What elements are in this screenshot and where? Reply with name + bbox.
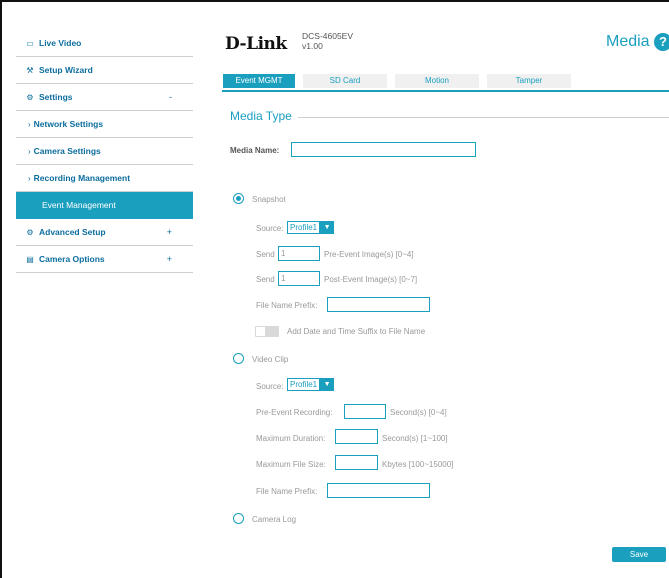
snapshot-label: Snapshot	[252, 195, 286, 204]
help-icon[interactable]: ?	[654, 33, 669, 51]
tab-sd-card[interactable]: SD Card	[303, 74, 387, 88]
list-icon: ▤	[26, 254, 34, 264]
sidebar-item-label: Advanced Setup	[39, 227, 106, 237]
firmware-version: v1.00	[302, 41, 323, 51]
video-source-value: Profile1	[287, 378, 321, 391]
camera-log-radio[interactable]	[233, 513, 244, 524]
max-duration-input[interactable]	[335, 429, 378, 444]
window-frame-left	[0, 0, 2, 578]
pre-event-images-suffix: Pre-Event Image(s) [0~4]	[324, 250, 414, 259]
snapshot-prefix-input[interactable]	[327, 297, 430, 312]
tab-motion[interactable]: Motion	[395, 74, 479, 88]
sidebar-item-label: Event Management	[42, 200, 116, 210]
tab-bar: Event MGMT SD Card Motion Tamper	[223, 74, 579, 88]
sidebar-item-network-settings[interactable]: › Network Settings	[16, 111, 193, 138]
post-event-images-suffix: Post-Event Image(s) [0~7]	[324, 275, 418, 284]
video-prefix-label: File Name Prefix:	[256, 487, 318, 496]
model-name: DCS-4605EV	[302, 31, 354, 41]
snapshot-source-select[interactable]: Profile1 ▼	[287, 221, 335, 234]
chevron-down-icon: ▼	[320, 221, 335, 234]
expand-icon[interactable]: +	[167, 227, 172, 237]
chevron-down-icon: ▼	[320, 378, 335, 391]
sidebar-item-advanced-setup[interactable]: ⚙ Advanced Setup +	[16, 219, 193, 246]
sidebar-item-camera-options[interactable]: ▤ Camera Options +	[16, 246, 193, 273]
window-frame-top	[0, 0, 669, 2]
video-source-select[interactable]: Profile1 ▼	[287, 378, 335, 391]
sidebar-item-label: Settings	[39, 92, 73, 102]
pre-event-recording-suffix: Second(s) [0~4]	[390, 408, 447, 417]
sidebar-item-label: Camera Settings	[33, 146, 101, 156]
sidebar-item-live-video[interactable]: ▭ Live Video	[16, 30, 193, 57]
sidebar: ▭ Live Video ⚒ Setup Wizard ⚙ Settings -…	[16, 30, 193, 273]
sidebar-item-event-management[interactable]: Event Management	[16, 192, 193, 219]
bullet-icon: ›	[28, 146, 31, 156]
model-info: DCS-4605EV v1.00	[302, 31, 353, 51]
pre-event-images-input[interactable]: 1	[278, 246, 320, 261]
sidebar-item-recording-management[interactable]: › Recording Management	[16, 165, 193, 192]
bullet-icon: ›	[28, 173, 31, 183]
video-icon: ▭	[26, 38, 34, 48]
pre-event-recording-input[interactable]	[344, 404, 386, 419]
sidebar-item-label: Recording Management	[33, 173, 131, 183]
gear-icon: ⚙	[26, 92, 34, 102]
max-file-size-suffix: Kbytes [100~15000]	[382, 460, 454, 469]
bullet-icon: ›	[28, 119, 31, 129]
video-clip-radio[interactable]	[233, 353, 244, 364]
section-title: Media Type	[230, 109, 292, 123]
collapse-icon[interactable]: -	[169, 92, 172, 102]
tab-event-mgmt[interactable]: Event MGMT	[223, 74, 295, 88]
video-prefix-input[interactable]	[327, 483, 430, 498]
date-suffix-label: Add Date and Time Suffix to File Name	[287, 327, 426, 336]
snapshot-source-label: Source:	[256, 224, 284, 233]
send-label: Send	[256, 275, 275, 284]
sidebar-item-label: Network Settings	[33, 119, 104, 129]
snapshot-source-value: Profile1	[287, 221, 321, 234]
video-source-label: Source:	[256, 382, 284, 391]
video-clip-label: Video Clip	[252, 355, 289, 364]
sidebar-item-setup-wizard[interactable]: ⚒ Setup Wizard	[16, 57, 193, 84]
dlink-logo: D-Link	[225, 34, 287, 54]
page-title: Media	[606, 33, 650, 50]
media-name-input[interactable]	[291, 142, 476, 157]
post-event-images-input[interactable]: 1	[278, 271, 320, 286]
advanced-gear-icon: ⚙	[26, 227, 34, 237]
snapshot-prefix-label: File Name Prefix:	[256, 301, 318, 310]
wand-icon: ⚒	[26, 65, 34, 75]
camera-log-label: Camera Log	[252, 515, 297, 524]
max-file-size-label: Maximum File Size:	[256, 460, 326, 469]
section-divider	[298, 117, 669, 118]
sidebar-item-label: Setup Wizard	[39, 65, 93, 75]
sidebar-item-label: Camera Options	[39, 254, 105, 264]
save-button[interactable]: Save	[612, 547, 666, 562]
send-label: Send	[256, 250, 275, 259]
sidebar-item-label: Live Video	[39, 38, 82, 48]
expand-icon[interactable]: +	[167, 254, 172, 264]
date-suffix-toggle[interactable]	[255, 326, 279, 337]
snapshot-radio[interactable]	[233, 193, 244, 204]
max-duration-suffix: Second(s) [1~100]	[382, 434, 448, 443]
media-name-label: Media Name:	[230, 146, 280, 155]
sidebar-item-camera-settings[interactable]: › Camera Settings	[16, 138, 193, 165]
tab-underline	[222, 90, 669, 92]
max-file-size-input[interactable]	[335, 455, 378, 470]
tab-tamper[interactable]: Tamper	[487, 74, 571, 88]
pre-event-recording-label: Pre-Event Recording:	[256, 408, 333, 417]
sidebar-item-settings[interactable]: ⚙ Settings -	[16, 84, 193, 111]
max-duration-label: Maximum Duration:	[256, 434, 326, 443]
